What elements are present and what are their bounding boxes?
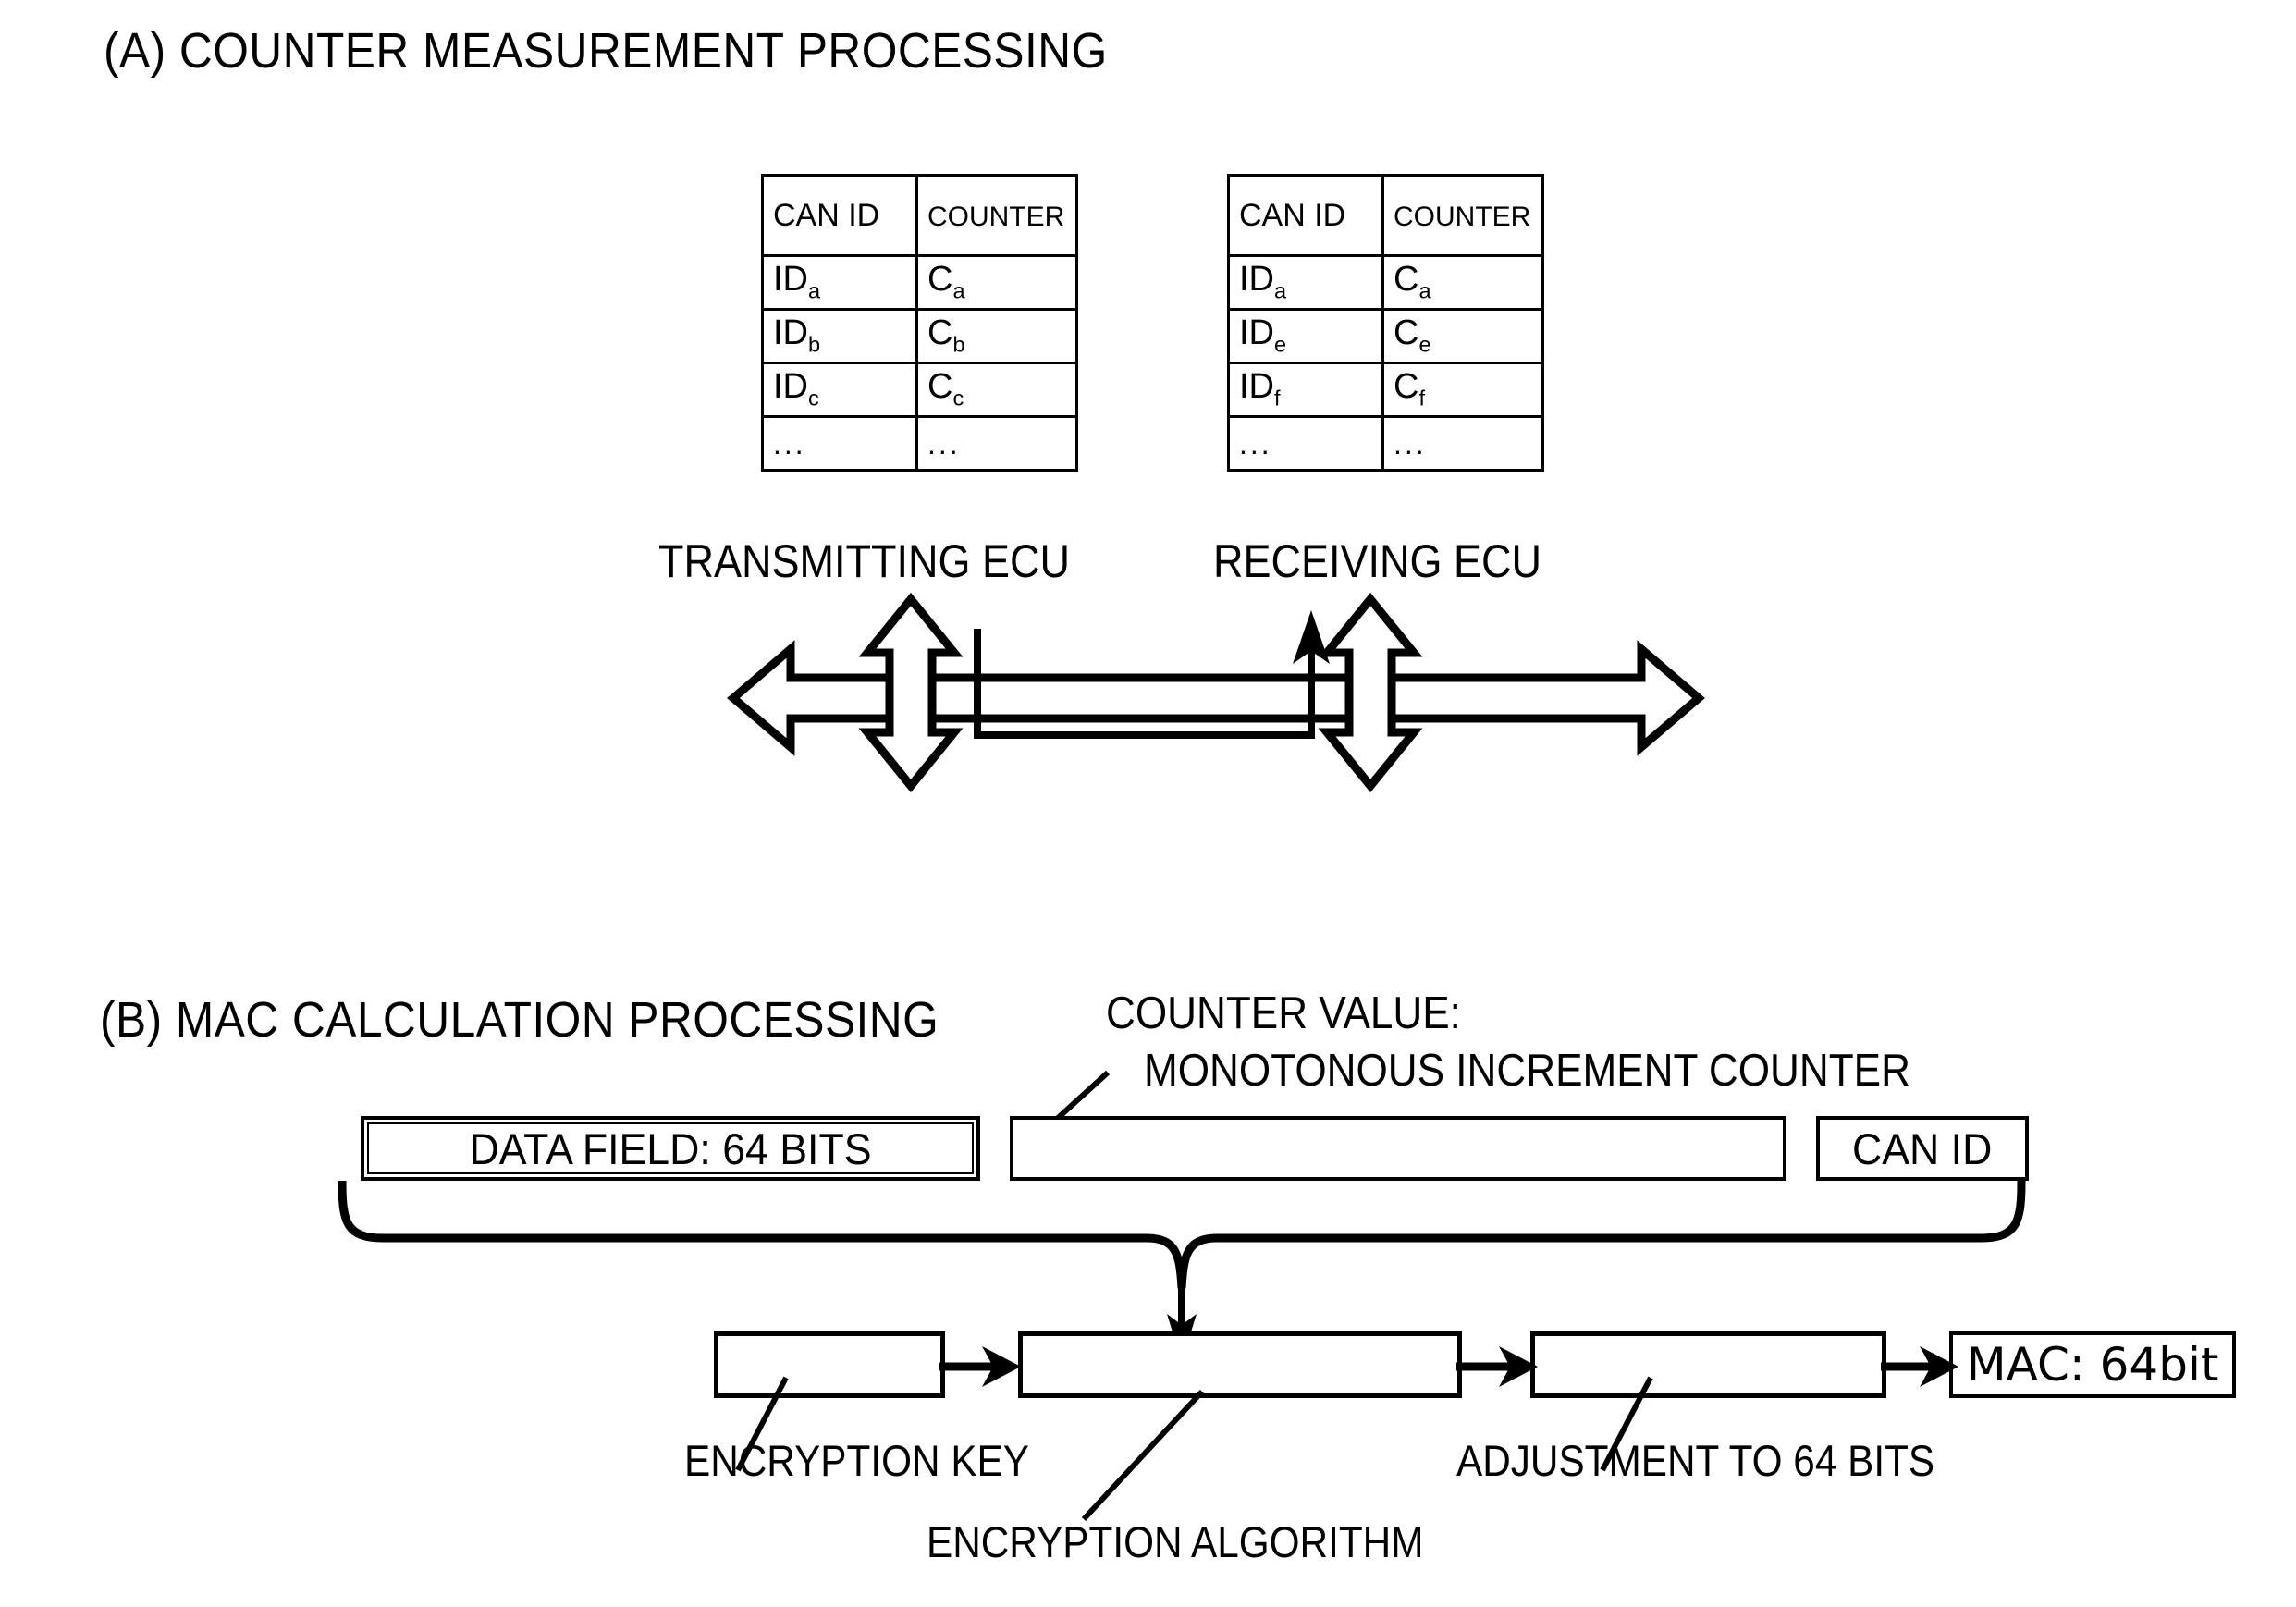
encryption-key-label: ENCRYPTION KEY — [684, 1436, 1029, 1485]
can-id-box[interactable]: CAN ID — [1816, 1116, 2029, 1181]
adjustment-label: ADJUSTMENT TO 64 BITS — [1456, 1436, 1935, 1485]
cell-can-id: IDc — [773, 367, 819, 411]
cell-counter: Ca — [927, 260, 965, 304]
section-a-title: (A) COUNTER MEASUREMENT PROCESSING — [104, 23, 1108, 79]
can-bus-diagram — [727, 592, 1705, 793]
section-b-title: (B) MAC CALCULATION PROCESSING — [100, 992, 939, 1048]
table: CAN ID COUNTER IDa Ca IDb Cb IDc Cc ... … — [761, 174, 1078, 472]
arrow-adjustment-to-mac — [1881, 1346, 1958, 1387]
encryption-algorithm-leader-line — [1081, 1389, 1205, 1522]
cell-counter: Ca — [1394, 260, 1431, 304]
receiving-ecu-caption: RECEIVING ECU — [1213, 535, 1542, 587]
column-header-can-id: CAN ID — [1239, 197, 1346, 233]
table-row: ... ... — [1227, 415, 1544, 472]
table: CAN ID COUNTER IDa Ca IDe Ce IDf Cf ... … — [1227, 174, 1544, 472]
transmitting-ecu-caption: TRANSMITTING ECU — [658, 535, 1070, 587]
counter-value-box[interactable] — [1010, 1116, 1786, 1181]
cell-counter: Cc — [927, 367, 964, 411]
receiving-ecu-counter-table: CAN ID COUNTER IDa Ca IDe Ce IDf Cf ... … — [1227, 174, 1544, 472]
adjustment-box[interactable] — [1530, 1331, 1886, 1398]
data-field-box[interactable]: DATA FIELD: 64 BITS — [361, 1116, 980, 1181]
cell-counter: Cb — [927, 313, 965, 358]
cell-can-id-ellipsis: ... — [773, 426, 806, 460]
arrow-key-to-algorithm — [939, 1346, 1021, 1387]
cell-counter: Ce — [1394, 313, 1431, 358]
cell-can-id: IDf — [1239, 367, 1281, 411]
table-row: IDb Cb — [761, 308, 1078, 364]
arrow-algorithm-to-adjustment — [1456, 1346, 1538, 1387]
cell-can-id: IDb — [773, 313, 821, 358]
table-row: ... ... — [761, 415, 1078, 472]
encryption-algorithm-label: ENCRYPTION ALGORITHM — [927, 1517, 1424, 1566]
mac-output-label: MAC: 64bit — [1966, 1338, 2219, 1392]
column-header-can-id: CAN ID — [773, 197, 880, 233]
cell-counter-ellipsis: ... — [1394, 426, 1427, 460]
column-header-counter: COUNTER — [1394, 202, 1531, 232]
column-header-counter: COUNTER — [927, 202, 1065, 232]
table-row: IDf Cf — [1227, 362, 1544, 418]
transmitting-ecu-counter-table: CAN ID COUNTER IDa Ca IDb Cb IDc Cc ... … — [761, 174, 1078, 472]
table-row: IDa Ca — [761, 254, 1078, 311]
cell-can-id: IDa — [773, 260, 821, 304]
encryption-algorithm-box[interactable] — [1018, 1331, 1462, 1398]
counter-value-note-line1: COUNTER VALUE: — [1106, 988, 1461, 1038]
cell-can-id-ellipsis: ... — [1239, 426, 1272, 460]
table-header-row: CAN ID COUNTER — [761, 174, 1078, 257]
table-header-row: CAN ID COUNTER — [1227, 174, 1544, 257]
table-row: IDc Cc — [761, 362, 1078, 418]
counter-value-note-line2: MONOTONOUS INCREMENT COUNTER — [1144, 1046, 1910, 1096]
table-row: IDa Ca — [1227, 254, 1544, 311]
cell-can-id: IDe — [1239, 313, 1287, 358]
figure-canvas: (A) COUNTER MEASUREMENT PROCESSING CAN I… — [0, 0, 2296, 1607]
can-id-label: CAN ID — [1852, 1123, 1993, 1173]
data-field-label: DATA FIELD: 64 BITS — [469, 1123, 872, 1173]
cell-can-id: IDa — [1239, 260, 1287, 304]
cell-counter: Cf — [1394, 367, 1425, 411]
mac-output-box[interactable]: MAC: 64bit — [1949, 1331, 2236, 1398]
brace-path — [338, 1180, 2026, 1289]
table-row: IDe Ce — [1227, 308, 1544, 364]
cell-counter-ellipsis: ... — [927, 426, 961, 460]
